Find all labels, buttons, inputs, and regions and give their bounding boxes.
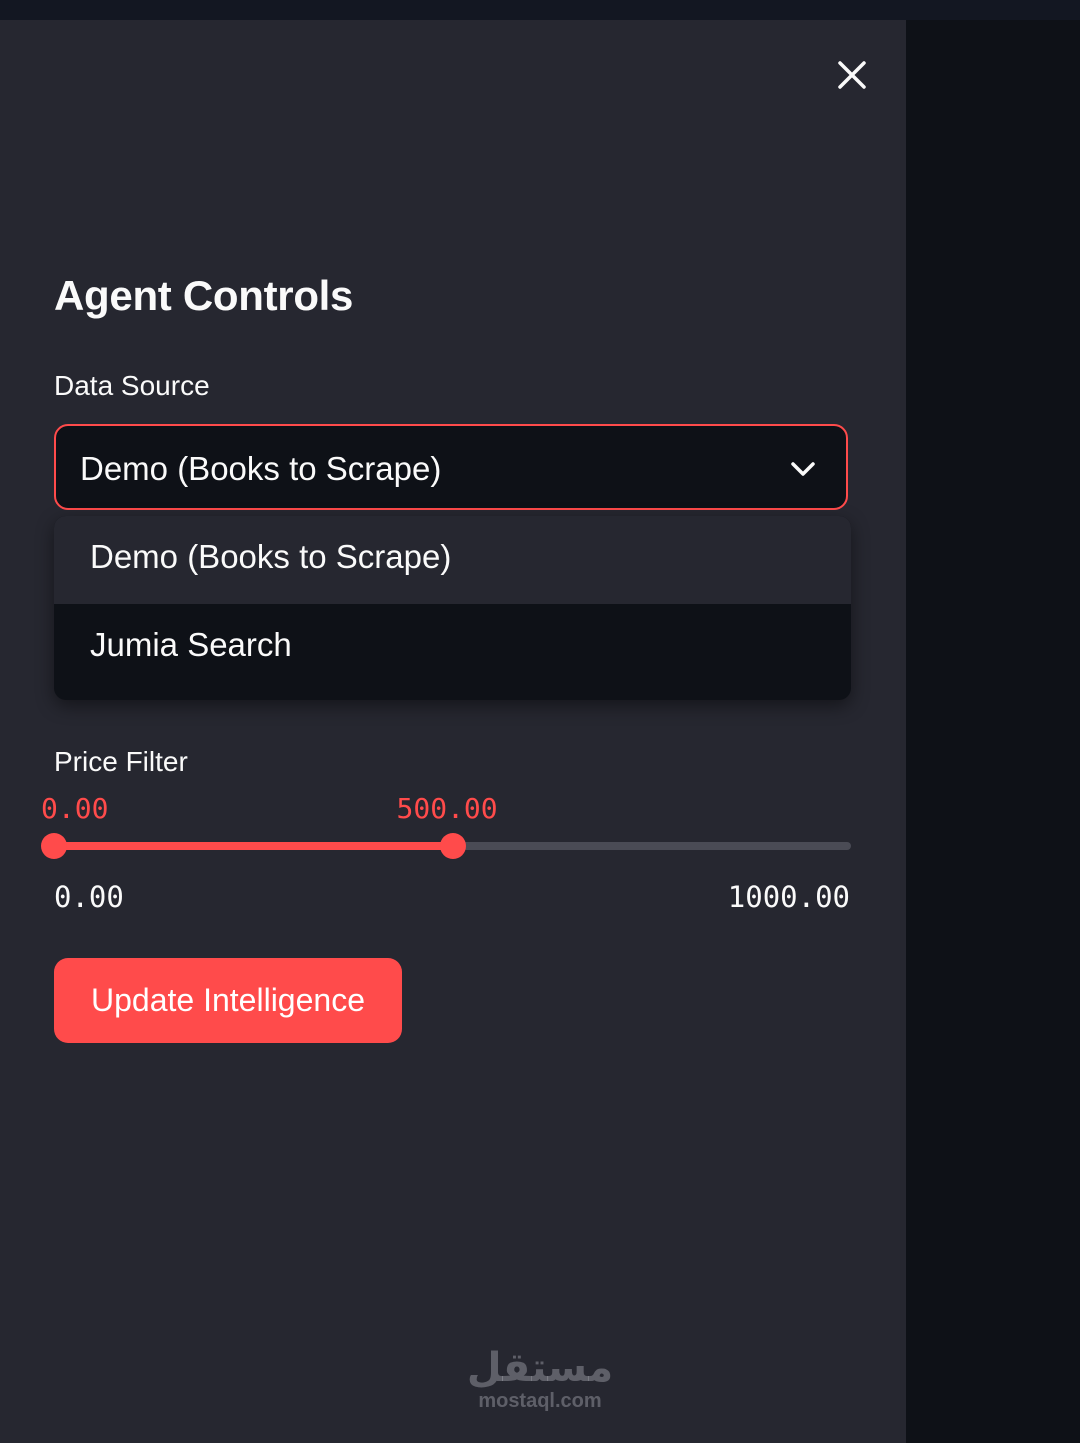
top-bar	[0, 0, 1080, 20]
price-filter-label: Price Filter	[54, 746, 188, 777]
sidebar	[0, 20, 906, 1443]
data-source-select[interactable]: Demo (Books to Scrape)	[54, 424, 848, 510]
slider-low-value: 0.00	[41, 792, 109, 825]
slider-high-value: 500.00	[396, 792, 498, 825]
close-sidebar-button[interactable]	[832, 55, 872, 95]
data-source-selected-value: Demo (Books to Scrape)	[80, 450, 442, 487]
dropdown-option-demo[interactable]: Demo (Books to Scrape)	[54, 516, 851, 604]
dropdown-option-label: Demo (Books to Scrape)	[90, 538, 452, 575]
watermark-latin-text: mostaql.com	[478, 1390, 602, 1412]
slider-min-label: 0.00	[54, 880, 124, 914]
sidebar-title: Agent Controls	[54, 272, 354, 319]
close-icon	[838, 61, 866, 89]
price-slider-low-handle[interactable]	[41, 833, 67, 859]
price-slider-fill	[54, 842, 453, 850]
watermark-arabic-text: مستقل	[466, 1346, 614, 1390]
dropdown-option-label: Jumia Search	[90, 626, 292, 663]
slider-max-label: 1000.00	[727, 880, 850, 914]
data-source-label: Data Source	[54, 370, 210, 401]
watermark-logo: مستقل mostaql.com	[440, 1346, 640, 1412]
data-source-dropdown-menu: Demo (Books to Scrape) Jumia Search	[54, 516, 851, 700]
price-slider-high-handle[interactable]	[439, 833, 466, 859]
chevron-down-icon	[791, 462, 815, 476]
update-intelligence-button[interactable]: Update Intelligence	[54, 958, 402, 1043]
main-content-area	[906, 20, 1080, 1443]
dropdown-option-jumia[interactable]: Jumia Search	[54, 604, 851, 692]
